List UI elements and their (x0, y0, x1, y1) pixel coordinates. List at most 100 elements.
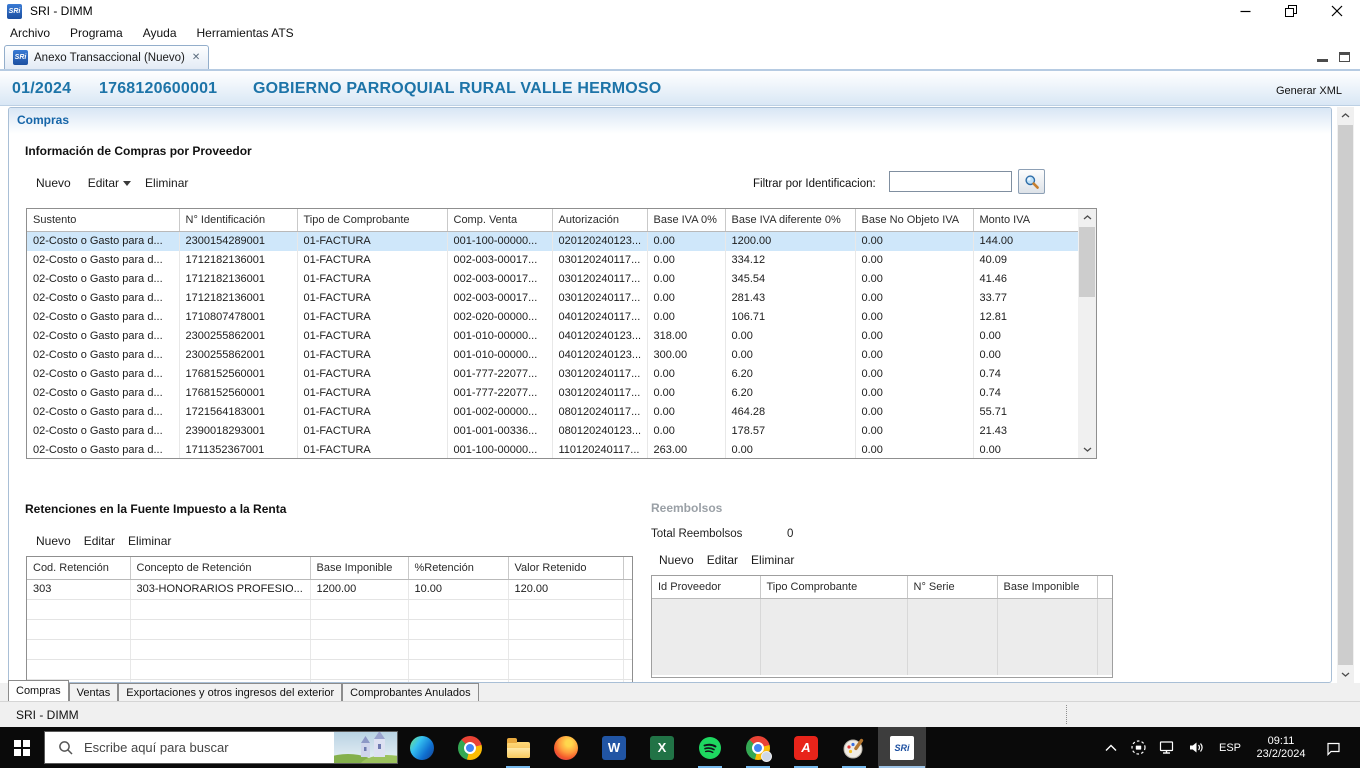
editar-button[interactable]: Editar (88, 176, 119, 190)
menu-item-1[interactable]: Programa (60, 26, 133, 40)
table-row[interactable]: 02-Costo o Gasto para d...23001542890010… (27, 231, 1079, 251)
taskbar-app-word[interactable] (590, 727, 638, 768)
table-row[interactable]: 02-Costo o Gasto para d...17108074780010… (27, 308, 1079, 327)
column-header[interactable]: Valor Retenido (508, 557, 623, 579)
taskbar-app-sri-dimm[interactable] (878, 727, 926, 768)
taskbar-app-spotify[interactable] (686, 727, 734, 768)
status-text: SRI - DIMM (16, 708, 79, 722)
close-icon[interactable] (1314, 0, 1360, 22)
editar-dropdown-icon[interactable] (123, 181, 131, 186)
windows-logo-icon (14, 740, 30, 756)
bottom-tab-0[interactable]: Compras (8, 680, 69, 701)
filter-input[interactable] (889, 171, 1012, 192)
taskbar-app-chrome-profile[interactable] (734, 727, 782, 768)
column-header[interactable]: Tipo de Comprobante (297, 209, 447, 231)
column-header[interactable]: Sustento (27, 209, 179, 231)
column-header[interactable]: Id Proveedor (652, 576, 760, 598)
scroll-thumb[interactable] (1338, 125, 1353, 665)
column-header[interactable]: Base IVA diferente 0% (725, 209, 855, 231)
period-label: 01/2024 (12, 80, 71, 98)
column-header[interactable]: N° Serie (907, 576, 997, 598)
scroll-thumb[interactable] (1079, 227, 1095, 297)
chevron-up-icon[interactable] (1098, 727, 1124, 768)
table-row[interactable]: 02-Costo o Gasto para d...17215641830010… (27, 403, 1079, 422)
nuevo-button[interactable]: Nuevo (659, 553, 694, 567)
taskbar-app-acrobat[interactable] (782, 727, 830, 768)
compras-table-scrollbar[interactable] (1078, 208, 1097, 459)
tab-anexo-transaccional[interactable]: SRi Anexo Transaccional (Nuevo) ✕ (4, 45, 209, 69)
taskbar-app-excel[interactable] (638, 727, 686, 768)
column-header[interactable]: Monto IVA (973, 209, 1079, 231)
table-row[interactable]: 02-Costo o Gasto para d...23002558620010… (27, 327, 1079, 346)
start-button[interactable] (0, 727, 44, 768)
volume-icon[interactable] (1182, 727, 1211, 768)
menu-item-2[interactable]: Ayuda (133, 26, 187, 40)
scroll-down-icon[interactable] (1078, 441, 1096, 458)
column-header[interactable]: %Retención (408, 557, 508, 579)
language-indicator[interactable]: ESP (1211, 742, 1249, 754)
compras-table: SustentoN° IdentificaciónTipo de Comprob… (27, 209, 1079, 459)
eliminar-button[interactable]: Eliminar (128, 534, 171, 548)
column-header[interactable]: Base Imponible (997, 576, 1097, 598)
table-row[interactable]: 02-Costo o Gasto para d...17681525600010… (27, 365, 1079, 384)
table-row[interactable]: 303303-HONORARIOS PROFESIO...1200.0010.0… (27, 579, 632, 599)
table-row[interactable]: 02-Costo o Gasto para d...17121821360010… (27, 251, 1079, 270)
page-scrollbar[interactable] (1337, 107, 1354, 683)
nuevo-button[interactable]: Nuevo (36, 176, 71, 190)
network-icon[interactable] (1153, 727, 1182, 768)
view-minimize-icon[interactable] (1317, 59, 1328, 62)
column-header[interactable]: N° Identificación (179, 209, 297, 231)
table-row[interactable]: 02-Costo o Gasto para d...17121821360010… (27, 270, 1079, 289)
column-header[interactable]: Base No Objeto IVA (855, 209, 973, 231)
menu-item-0[interactable]: Archivo (0, 26, 60, 40)
minimize-icon[interactable] (1222, 0, 1268, 22)
column-header[interactable]: Comp. Venta (447, 209, 552, 231)
bottom-tab-3[interactable]: Comprobantes Anulados (342, 683, 478, 701)
taskbar-search-input[interactable]: Escribe aquí para buscar (44, 731, 398, 764)
generar-xml-button[interactable]: Generar XML (1276, 85, 1342, 97)
eliminar-button[interactable]: Eliminar (145, 176, 188, 190)
table-row[interactable]: 02-Costo o Gasto para d...23900182930010… (27, 422, 1079, 441)
scroll-up-icon[interactable] (1078, 209, 1096, 226)
column-header[interactable]: Base IVA 0% (647, 209, 725, 231)
column-header[interactable]: Base Imponible (310, 557, 408, 579)
taskbar-app-paint[interactable] (830, 727, 878, 768)
editar-button[interactable]: Editar (707, 553, 738, 567)
taskbar-app-firefox[interactable] (542, 727, 590, 768)
table-row[interactable]: 02-Costo o Gasto para d...23002558620010… (27, 346, 1079, 365)
column-header[interactable]: Cod. Retención (27, 557, 130, 579)
scroll-up-icon[interactable] (1337, 107, 1354, 124)
taskbar-app-file-explorer[interactable] (494, 727, 542, 768)
view-maximize-icon[interactable] (1339, 52, 1350, 62)
editar-button[interactable]: Editar (84, 534, 115, 548)
column-header[interactable]: Concepto de Retención (130, 557, 310, 579)
search-icon (58, 740, 74, 756)
search-placeholder: Escribe aquí para buscar (84, 740, 229, 755)
nuevo-button[interactable]: Nuevo (36, 534, 71, 548)
spotify-icon (698, 736, 722, 760)
table-row[interactable]: 02-Costo o Gasto para d...17113523670010… (27, 441, 1079, 460)
restore-icon[interactable] (1268, 0, 1314, 22)
eliminar-button[interactable]: Eliminar (751, 553, 794, 567)
search-button[interactable] (1018, 169, 1045, 194)
table-row[interactable]: 02-Costo o Gasto para d...17121821360010… (27, 289, 1079, 308)
total-reembolsos-value: 0 (787, 528, 793, 540)
editor-tab-bar: SRi Anexo Transaccional (Nuevo) ✕ (0, 44, 1360, 71)
retenciones-table-container: Cod. RetenciónConcepto de RetenciónBase … (26, 556, 633, 683)
bottom-tab-2[interactable]: Exportaciones y otros ingresos del exter… (118, 683, 342, 701)
word-icon (602, 736, 626, 760)
notification-center-icon[interactable] (1313, 727, 1354, 768)
taskbar-app-edge[interactable] (398, 727, 446, 768)
bottom-tab-1[interactable]: Ventas (69, 683, 119, 701)
column-header[interactable]: Autorización (552, 209, 647, 231)
table-row[interactable]: 02-Costo o Gasto para d...17681525600010… (27, 384, 1079, 403)
taskbar-app-chrome[interactable] (446, 727, 494, 768)
sync-icon[interactable] (1124, 727, 1153, 768)
filter-label: Filtrar por Identificacion: (753, 178, 876, 190)
menu-item-3[interactable]: Herramientas ATS (187, 26, 304, 40)
reembolsos-table: Id ProveedorTipo ComprobanteN° SerieBase… (652, 576, 1113, 675)
column-header[interactable]: Tipo Comprobante (760, 576, 907, 598)
search-highlight-image[interactable] (334, 732, 397, 763)
taskbar-clock[interactable]: 09:11 23/2/2024 (1249, 735, 1313, 761)
tab-close-icon[interactable]: ✕ (192, 53, 200, 63)
